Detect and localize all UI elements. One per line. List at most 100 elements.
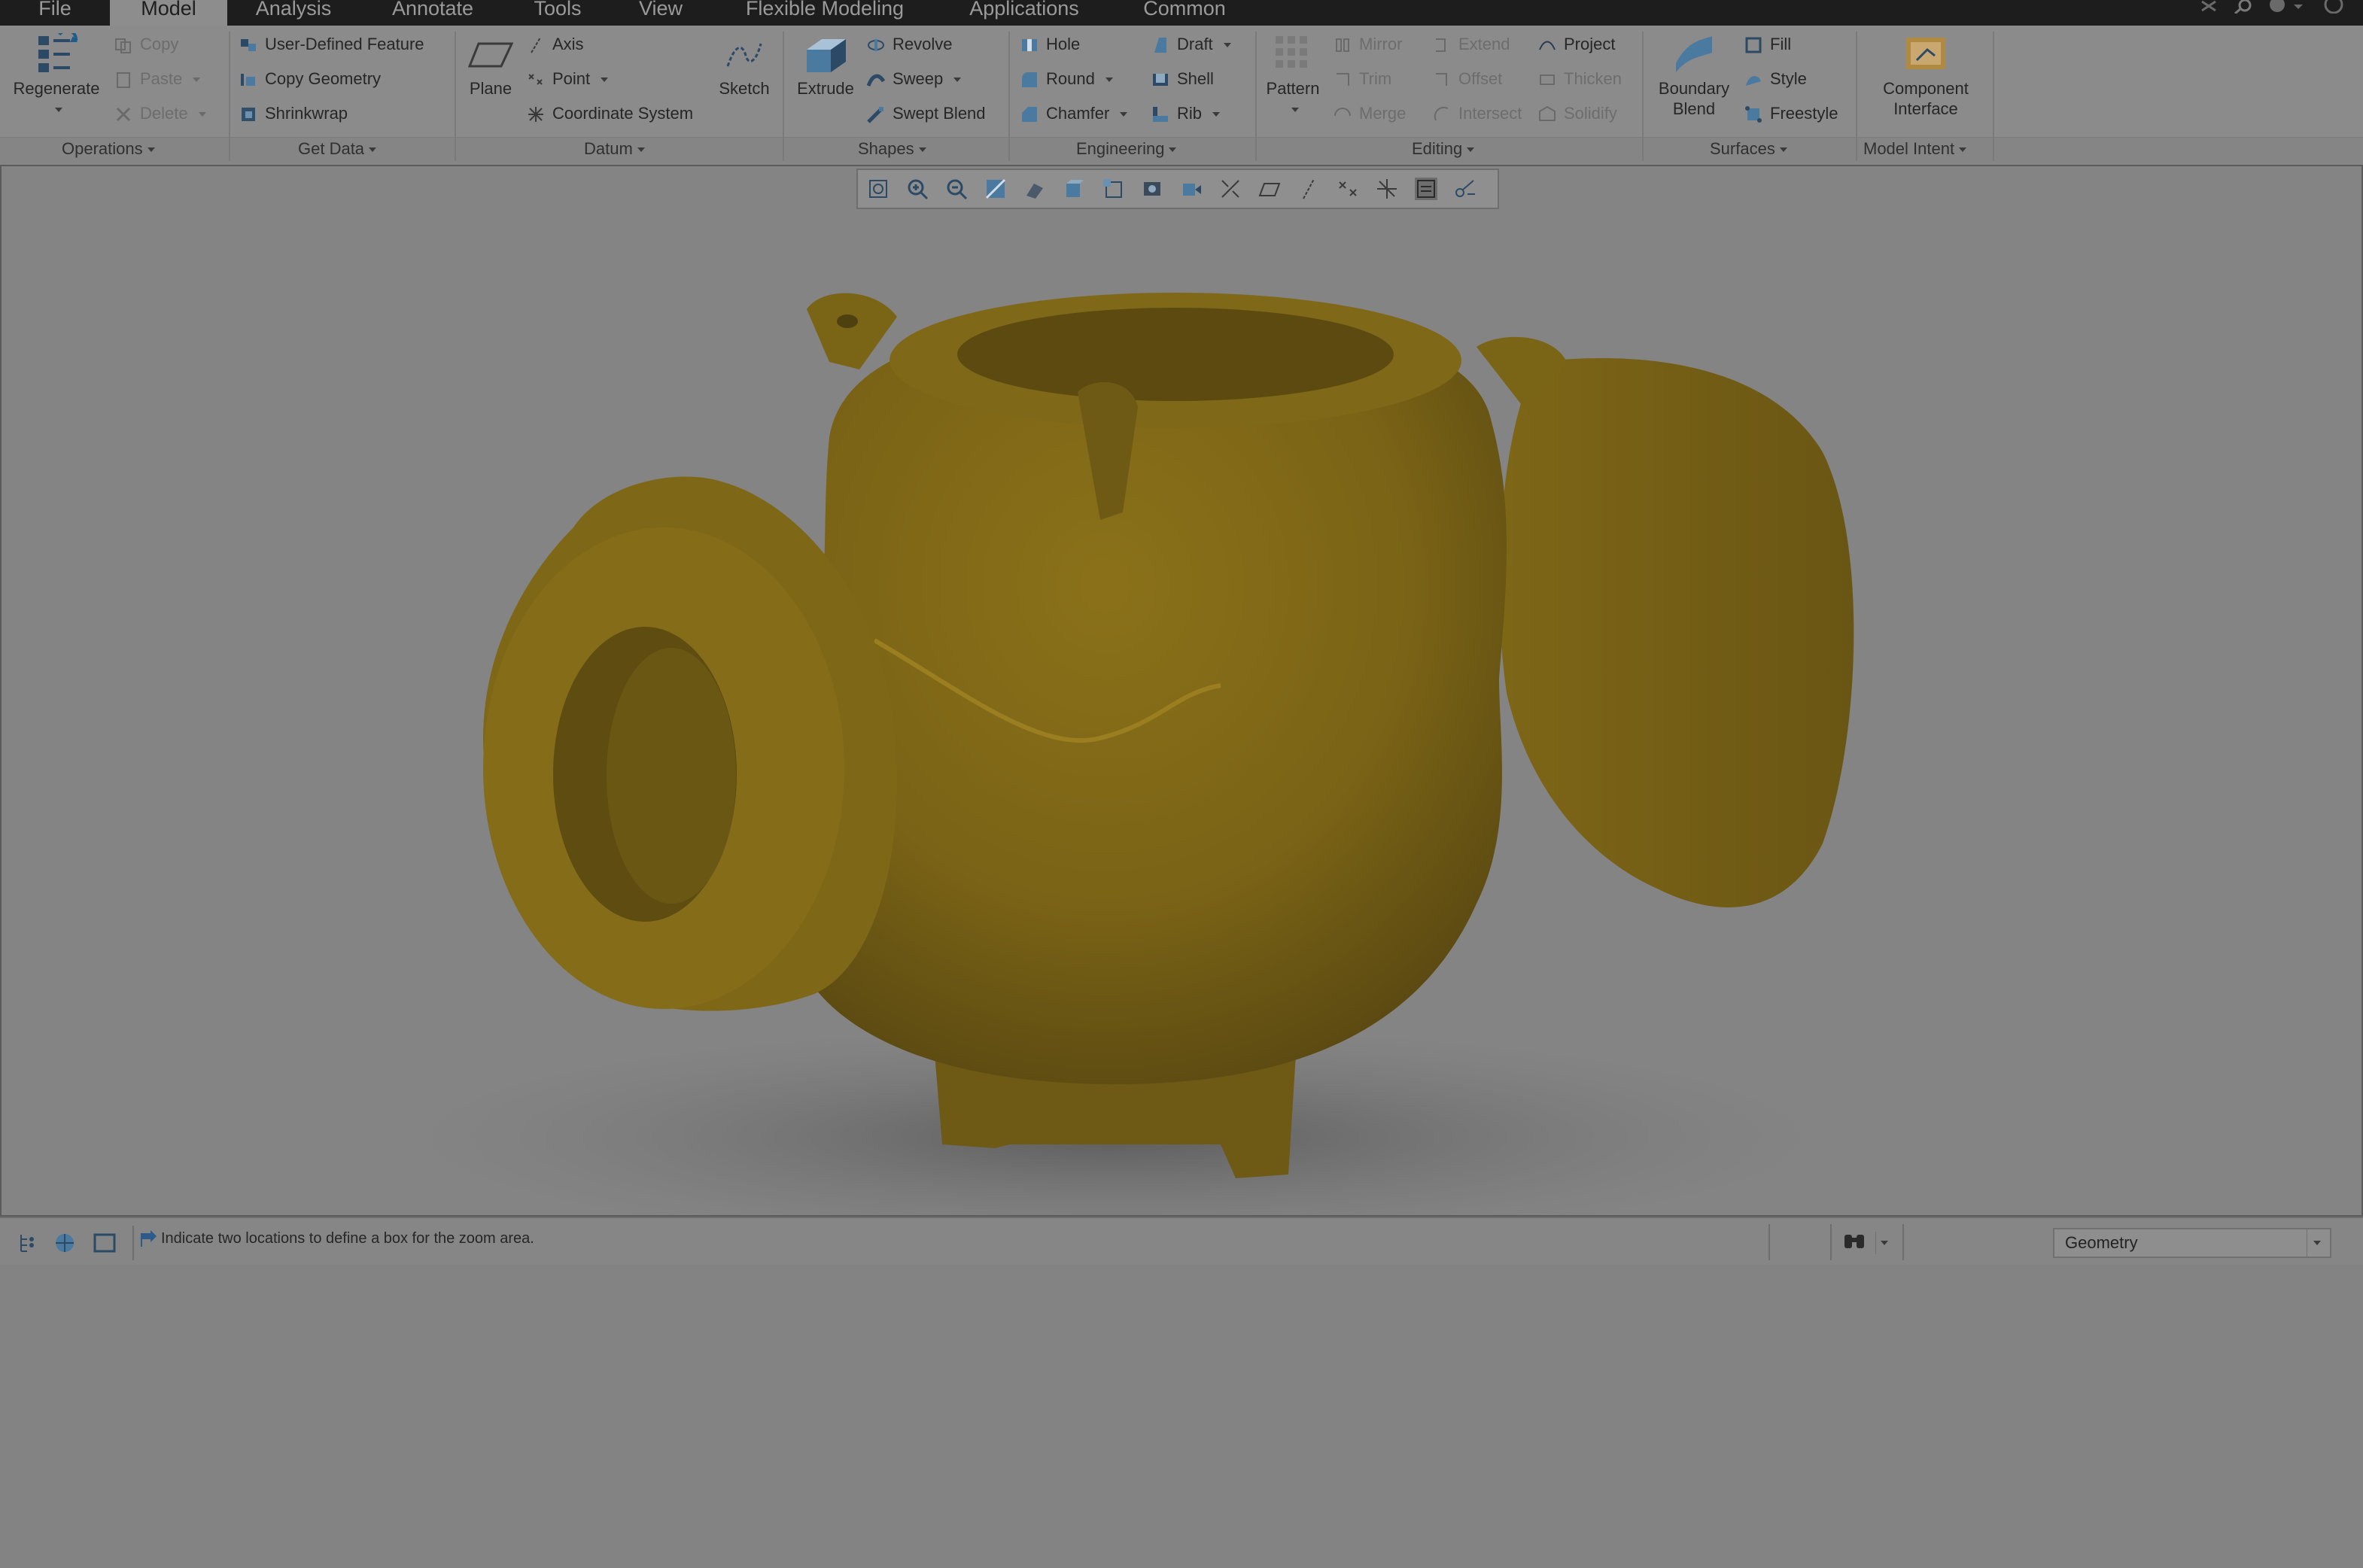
help-icon[interactable] xyxy=(2322,0,2345,14)
repaint-icon[interactable] xyxy=(984,178,1007,200)
tab-annotate[interactable]: Annotate xyxy=(360,0,506,26)
chevron-down-icon[interactable] xyxy=(198,112,206,117)
intersect-button[interactable]: Intersect xyxy=(1433,101,1522,126)
chevron-down-icon[interactable] xyxy=(601,77,609,83)
model-tree-toggle-icon[interactable] xyxy=(17,1232,39,1254)
chevron-down-icon[interactable] xyxy=(1120,112,1128,117)
sketch-button[interactable]: Sketch xyxy=(713,36,775,99)
search-icon[interactable] xyxy=(2232,0,2255,14)
selection-filter-toggle[interactable] xyxy=(2307,1229,2330,1257)
tab-flexible-modeling[interactable]: Flexible Modeling xyxy=(712,0,938,26)
shrinkwrap-button[interactable]: Shrinkwrap xyxy=(239,101,348,126)
collapse-ribbon-icon[interactable] xyxy=(2199,0,2219,12)
zoom-out-icon[interactable] xyxy=(945,178,968,200)
tab-tools[interactable]: Tools xyxy=(506,0,610,26)
chevron-down-icon[interactable] xyxy=(1105,77,1113,83)
display-style-icon[interactable] xyxy=(1023,178,1046,200)
annotation-display-icon[interactable] xyxy=(1415,178,1437,200)
offset-button[interactable]: Offset xyxy=(1433,66,1502,92)
perspective-view-icon[interactable] xyxy=(1141,178,1163,200)
point-display-icon[interactable] xyxy=(1337,178,1359,200)
group-label-shapes[interactable]: Shapes xyxy=(858,139,926,159)
merge-button[interactable]: Merge xyxy=(1334,101,1406,126)
tab-view[interactable]: View xyxy=(610,0,712,26)
tab-common[interactable]: Common xyxy=(1111,0,1258,26)
mirror-button[interactable]: Mirror xyxy=(1334,32,1402,57)
extrude-button[interactable]: Extrude xyxy=(790,33,861,99)
section-icon[interactable] xyxy=(1180,178,1203,200)
rib-button[interactable]: Rib xyxy=(1151,101,1221,126)
swept-blend-button[interactable]: Swept Blend xyxy=(867,101,986,126)
round-button[interactable]: Round xyxy=(1020,66,1113,92)
graphics-viewport[interactable] xyxy=(0,165,2363,1217)
group-label-get-data[interactable]: Get Data xyxy=(298,139,377,159)
delete-button[interactable]: Delete xyxy=(114,101,206,126)
draft-button[interactable]: Draft xyxy=(1151,32,1231,57)
saved-orientations-icon[interactable] xyxy=(1063,178,1085,200)
component-interface-icon xyxy=(1906,38,1945,69)
spin-center-icon[interactable] xyxy=(1454,178,1476,200)
sweep-button[interactable]: Sweep xyxy=(867,66,962,92)
paste-icon xyxy=(117,72,130,89)
pattern-button[interactable]: Pattern xyxy=(1261,33,1324,119)
plane-display-icon[interactable] xyxy=(1258,178,1281,200)
extend-button[interactable]: Extend xyxy=(1433,32,1510,57)
point-button[interactable]: Point xyxy=(527,66,609,92)
tab-analysis[interactable]: Analysis xyxy=(227,0,360,26)
axis-display-icon[interactable] xyxy=(1297,178,1320,200)
find-icon[interactable] xyxy=(1842,1232,1868,1253)
browser-toggle-icon[interactable] xyxy=(53,1232,78,1254)
coordinate-system-button[interactable]: Coordinate System xyxy=(527,101,693,126)
shell-button[interactable]: Shell xyxy=(1151,66,1214,92)
hole-button[interactable]: Hole xyxy=(1020,32,1080,57)
axis-button[interactable]: Axis xyxy=(527,32,584,57)
chevron-down-icon[interactable] xyxy=(1291,108,1299,113)
refit-icon[interactable] xyxy=(867,178,890,200)
status-divider xyxy=(1830,1224,1832,1260)
selection-filter-dropdown[interactable]: Geometry xyxy=(2053,1228,2331,1258)
group-label-surfaces[interactable]: Surfaces xyxy=(1710,139,1787,159)
view-manager-icon[interactable] xyxy=(1102,178,1124,200)
tab-applications[interactable]: Applications xyxy=(938,0,1111,26)
csys-display-icon[interactable] xyxy=(1376,178,1398,200)
zoom-in-icon[interactable] xyxy=(906,178,929,200)
component-interface-button[interactable]: Component Interface xyxy=(1865,33,1987,119)
tab-model[interactable]: Model xyxy=(110,0,227,26)
revolve-icon xyxy=(868,39,884,52)
revolve-button[interactable]: Revolve xyxy=(867,32,952,57)
chevron-down-icon[interactable] xyxy=(953,77,962,83)
paste-button[interactable]: Paste xyxy=(114,66,201,92)
group-label-model-intent[interactable]: Model Intent xyxy=(1863,139,1967,159)
user-defined-feature-button[interactable]: User-Defined Feature xyxy=(239,32,424,57)
valve-body-model[interactable] xyxy=(2,166,2361,1215)
style-button[interactable]: Style xyxy=(1744,66,1807,92)
project-button[interactable]: Project xyxy=(1538,32,1615,57)
chevron-down-icon xyxy=(637,147,645,153)
chevron-down-icon[interactable] xyxy=(193,77,201,83)
settings-menu-icon[interactable] xyxy=(2267,0,2307,14)
group-label-engineering[interactable]: Engineering xyxy=(1076,139,1177,159)
regenerate-button[interactable]: Regenerate xyxy=(8,33,105,119)
boundary-blend-button[interactable]: Boundary Blend xyxy=(1650,33,1738,119)
chevron-down-icon[interactable] xyxy=(1212,112,1221,117)
chevron-down-icon[interactable] xyxy=(55,108,62,113)
copy-icon xyxy=(115,38,131,54)
find-dropdown[interactable] xyxy=(1875,1232,1899,1254)
thicken-button[interactable]: Thicken xyxy=(1538,66,1622,92)
copy-geometry-button[interactable]: Copy Geometry xyxy=(239,66,381,92)
group-label-editing[interactable]: Editing xyxy=(1412,139,1475,159)
chamfer-button[interactable]: Chamfer xyxy=(1020,101,1128,126)
plane-button[interactable]: Plane xyxy=(461,36,521,99)
chevron-down-icon[interactable] xyxy=(1223,43,1231,48)
tab-file[interactable]: File xyxy=(0,0,110,26)
full-screen-icon[interactable] xyxy=(93,1233,116,1254)
group-label-datum[interactable]: Datum xyxy=(584,139,645,159)
freestyle-button[interactable]: Freestyle xyxy=(1744,101,1838,126)
solidify-button[interactable]: Solidify xyxy=(1538,101,1617,126)
empty-lower-area xyxy=(0,1265,2363,1568)
fill-button[interactable]: Fill xyxy=(1744,32,1791,57)
datum-display-filters-icon[interactable] xyxy=(1219,178,1242,200)
trim-button[interactable]: Trim xyxy=(1334,66,1391,92)
copy-button[interactable]: Copy xyxy=(114,32,178,57)
group-label-operations[interactable]: Operations xyxy=(62,139,155,159)
